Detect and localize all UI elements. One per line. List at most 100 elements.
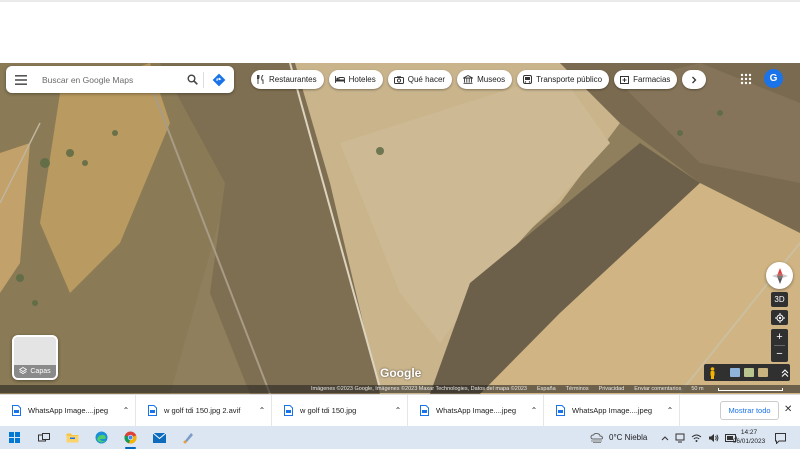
chip-restaurants[interactable]: Restaurantes bbox=[251, 70, 324, 89]
scale-bar bbox=[717, 387, 783, 391]
folder-icon bbox=[66, 433, 79, 443]
file-explorer-button[interactable] bbox=[58, 426, 87, 449]
chevron-right-icon bbox=[692, 76, 697, 83]
download-item[interactable]: WhatsApp Image....jpeg ⌃ bbox=[0, 394, 136, 427]
zoom-out-button[interactable]: − bbox=[771, 346, 788, 362]
clock-date: 06/01/2023 bbox=[732, 438, 766, 445]
chip-hotels[interactable]: Hoteles bbox=[328, 70, 383, 89]
satellite-map[interactable] bbox=[0, 63, 800, 394]
chevron-up-icon[interactable] bbox=[661, 435, 669, 441]
search-input[interactable]: Buscar en Google Maps bbox=[36, 75, 181, 85]
task-view-button[interactable] bbox=[29, 426, 58, 449]
scale-label[interactable]: 50 m bbox=[691, 386, 703, 392]
street-view-bar bbox=[704, 364, 790, 381]
category-chips: Restaurantes Hoteles Qué hacer Museos Tr… bbox=[251, 70, 707, 89]
file-icon bbox=[148, 405, 157, 416]
terms-link[interactable]: Términos bbox=[566, 386, 589, 392]
layers-button[interactable]: Capas bbox=[12, 335, 58, 380]
country-link[interactable]: España bbox=[537, 386, 556, 392]
search-box[interactable]: Buscar en Google Maps bbox=[6, 66, 234, 93]
chip-label: Museos bbox=[477, 75, 506, 84]
tilt-3d-button[interactable]: 3D bbox=[771, 292, 788, 307]
download-name: WhatsApp Image....jpeg bbox=[436, 406, 517, 415]
top-blank-area bbox=[0, 0, 800, 63]
windows-logo-icon bbox=[9, 432, 20, 443]
chip-label: Hoteles bbox=[348, 75, 376, 84]
chip-museums[interactable]: Museos bbox=[457, 70, 513, 89]
chip-pharmacies[interactable]: Farmacias bbox=[614, 70, 678, 89]
bus-icon bbox=[523, 74, 533, 85]
museum-icon bbox=[463, 75, 474, 84]
chevron-up-icon[interactable]: ⌃ bbox=[525, 406, 543, 415]
file-icon bbox=[420, 405, 429, 416]
downloads-bar: WhatsApp Image....jpeg ⌃ w golf tdi 150.… bbox=[0, 394, 800, 427]
layers-label: Capas bbox=[30, 367, 51, 375]
google-apps-icon[interactable] bbox=[740, 72, 752, 90]
zoom-controls: + − bbox=[771, 329, 788, 362]
account-avatar[interactable]: G bbox=[764, 69, 783, 88]
map-attribution: Imágenes ©2023 Google, Imágenes ©2023 Ma… bbox=[0, 385, 800, 393]
location-target-icon bbox=[774, 312, 785, 323]
chevron-up-icon[interactable]: ⌃ bbox=[253, 406, 271, 415]
chip-label: Restaurantes bbox=[269, 75, 317, 84]
chevron-up-icon[interactable]: ⌃ bbox=[661, 406, 679, 415]
start-button[interactable] bbox=[0, 426, 29, 449]
privacy-link[interactable]: Privacidad bbox=[599, 386, 625, 392]
chip-label: Farmacias bbox=[633, 75, 671, 84]
file-icon bbox=[284, 405, 293, 416]
wifi-icon[interactable] bbox=[691, 433, 702, 443]
chip-things-to-do[interactable]: Qué hacer bbox=[387, 70, 453, 89]
file-icon bbox=[556, 405, 565, 416]
feedback-link[interactable]: Enviar comentarios bbox=[634, 386, 681, 392]
fork-knife-icon bbox=[257, 75, 265, 84]
fog-weather-icon[interactable] bbox=[590, 432, 604, 443]
chevron-up-icon[interactable]: ⌃ bbox=[117, 406, 135, 415]
speaker-icon[interactable] bbox=[708, 433, 719, 443]
pegman-icon[interactable] bbox=[708, 366, 717, 379]
expand-up-icon[interactable] bbox=[780, 368, 790, 378]
imagery-thumbnail[interactable] bbox=[730, 368, 740, 377]
paint-icon bbox=[183, 433, 193, 444]
my-location-button[interactable] bbox=[771, 310, 788, 325]
compass-icon bbox=[771, 267, 788, 284]
chip-label: Transporte público bbox=[536, 75, 603, 84]
edge-icon bbox=[95, 431, 108, 444]
download-item[interactable]: w golf tdi 150.jpg 2.avif ⌃ bbox=[136, 394, 272, 427]
chip-public-transport[interactable]: Transporte público bbox=[517, 70, 610, 89]
mail-icon bbox=[153, 432, 166, 443]
chevron-up-icon[interactable]: ⌃ bbox=[389, 406, 407, 415]
imagery-thumbnail[interactable] bbox=[744, 368, 754, 377]
download-name: WhatsApp Image....jpeg bbox=[572, 406, 653, 415]
show-all-downloads-button[interactable]: Mostrar todo bbox=[720, 401, 779, 420]
menu-icon[interactable] bbox=[6, 66, 36, 93]
pharmacy-icon bbox=[620, 75, 630, 84]
directions-icon[interactable] bbox=[204, 66, 234, 93]
layers-label-row: Capas bbox=[14, 367, 56, 375]
task-view-icon bbox=[37, 432, 50, 441]
zoom-in-button[interactable]: + bbox=[771, 329, 788, 345]
edge-button[interactable] bbox=[87, 426, 116, 449]
app-button[interactable] bbox=[174, 426, 203, 449]
network-icon[interactable] bbox=[675, 433, 685, 443]
clock[interactable]: 14:27 06/01/2023 bbox=[727, 428, 771, 446]
mail-button[interactable] bbox=[145, 426, 174, 449]
download-item[interactable]: WhatsApp Image....jpeg ⌃ bbox=[408, 394, 544, 427]
compass-button[interactable] bbox=[766, 262, 793, 289]
download-name: w golf tdi 150.jpg bbox=[300, 406, 357, 415]
search-icon[interactable] bbox=[181, 66, 203, 93]
chrome-button[interactable] bbox=[116, 426, 145, 449]
bed-icon bbox=[334, 76, 345, 83]
weather-label[interactable]: 0°C Niebla bbox=[609, 433, 647, 442]
download-item[interactable]: WhatsApp Image....jpeg ⌃ bbox=[544, 394, 680, 427]
close-icon[interactable]: ✕ bbox=[784, 404, 792, 415]
satellite-imagery bbox=[0, 63, 800, 394]
download-item[interactable]: w golf tdi 150.jpg ⌃ bbox=[272, 394, 408, 427]
imagery-thumbnail[interactable] bbox=[758, 368, 768, 377]
notification-icon[interactable] bbox=[775, 431, 786, 449]
download-name: w golf tdi 150.jpg 2.avif bbox=[164, 406, 241, 415]
chips-next-button[interactable] bbox=[682, 70, 707, 89]
file-icon bbox=[12, 405, 21, 416]
google-logo: Google bbox=[380, 366, 422, 380]
system-tray: 0°C Niebla bbox=[590, 426, 738, 449]
download-name: WhatsApp Image....jpeg bbox=[28, 406, 109, 415]
